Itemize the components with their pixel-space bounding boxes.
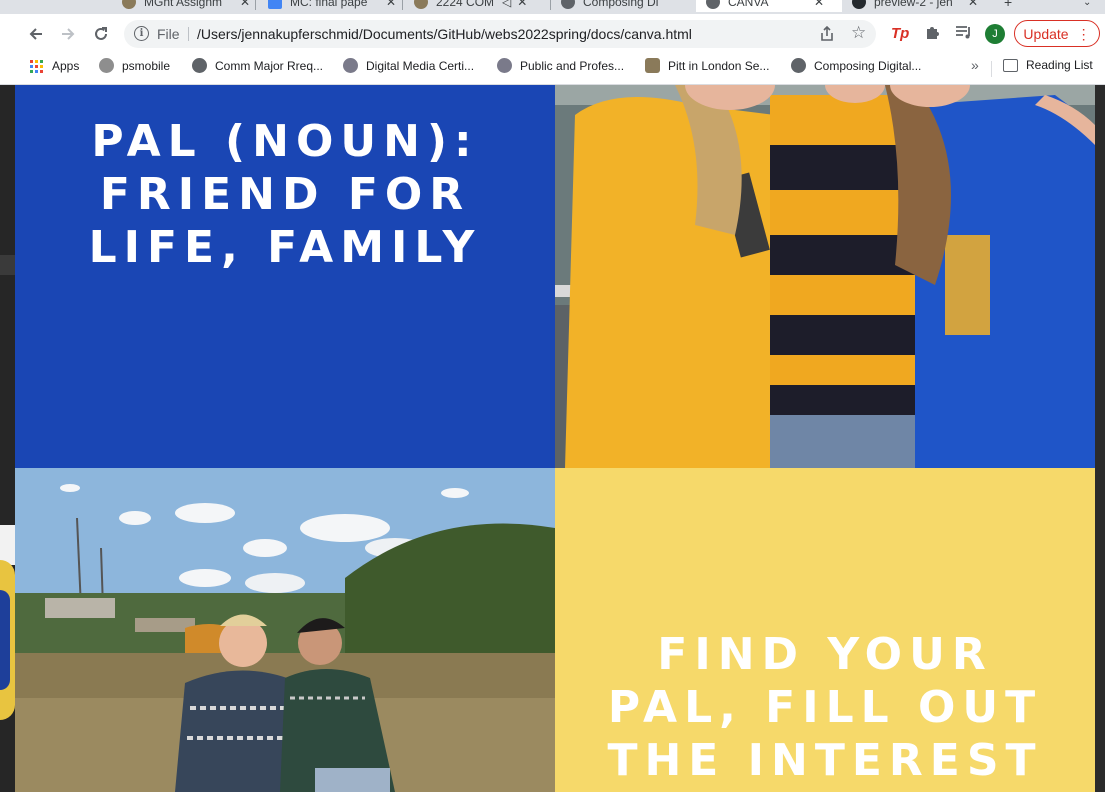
pitt-favicon [414, 0, 428, 9]
bookmark-public-profes[interactable]: Public and Profes... [497, 58, 624, 73]
tab-strip: MGnt Assignm ✕ MC: final pape ✕ 2224 COM… [0, 0, 1105, 14]
info-icon[interactable]: i [134, 26, 149, 41]
headline-text: PAL (NOUN): FRIEND FOR LIFE, FAMILY [88, 116, 482, 273]
tab-mc-final[interactable]: MC: final pape ✕ [268, 0, 396, 12]
pals-photo [15, 468, 555, 792]
globe-favicon [706, 0, 720, 9]
bookmark-psmobile[interactable]: psmobile [99, 58, 170, 73]
new-tab-button[interactable]: + [1004, 0, 1012, 12]
site-icon [343, 58, 358, 73]
globe-icon [192, 58, 207, 73]
tab-composing[interactable]: Composing Di [561, 0, 683, 12]
close-icon[interactable]: ✕ [240, 0, 250, 9]
tab-search-icon[interactable]: ⌄ [1083, 0, 1091, 12]
url-text[interactable]: /Users/jennakupferschmid/Documents/GitHu… [197, 26, 692, 42]
friends-photo [555, 85, 1095, 468]
bookmarks-bar: Apps psmobile Comm Major Rreq... Digital… [0, 54, 1105, 85]
extensions-puzzle-icon[interactable] [924, 24, 940, 44]
update-button[interactable]: Update ⋮ [1014, 20, 1100, 47]
reading-list-button[interactable]: Reading List [1003, 58, 1093, 72]
profile-avatar[interactable]: J [985, 24, 1005, 44]
tab-mgnt[interactable]: MGnt Assignm ✕ [122, 0, 250, 12]
close-icon[interactable]: ✕ [517, 0, 527, 9]
window-edge-right [1095, 85, 1105, 792]
close-icon[interactable]: ✕ [814, 0, 824, 9]
bookmarks-overflow-icon[interactable]: » [971, 57, 979, 73]
cta-text: FIND YOUR PAL, FILL OUT THE INTEREST [607, 629, 1043, 786]
forward-icon[interactable] [56, 22, 80, 46]
extension-tp-icon[interactable]: Tp [891, 25, 909, 42]
bookmark-pitt-london[interactable]: Pitt in London Se... [645, 58, 769, 73]
globe-favicon [561, 0, 575, 9]
tab-canva[interactable]: CANVA ✕ [696, 0, 842, 12]
share-icon[interactable] [820, 25, 834, 46]
address-bar[interactable]: i File /Users/jennakupferschmid/Document… [124, 20, 876, 48]
speaker-icon[interactable]: ◁ [502, 0, 511, 9]
canva-page: PAL (NOUN): FRIEND FOR LIFE, FAMILY FIND… [15, 85, 1095, 792]
reading-list-icon [1003, 58, 1018, 72]
back-icon[interactable] [24, 22, 48, 46]
github-favicon [852, 0, 866, 9]
docs-favicon [268, 0, 282, 9]
globe-icon [791, 58, 806, 73]
cta-panel: FIND YOUR PAL, FILL OUT THE INTEREST [555, 468, 1095, 792]
reload-icon[interactable] [89, 22, 113, 46]
scheme-label: File [157, 26, 180, 42]
bookmark-star-icon[interactable]: ☆ [851, 23, 866, 43]
bookmark-digital-media[interactable]: Digital Media Certi... [343, 58, 474, 73]
close-icon[interactable]: ✕ [968, 0, 978, 9]
browser-toolbar: i File /Users/jennakupferschmid/Document… [0, 14, 1105, 54]
media-queue-icon[interactable] [955, 24, 973, 44]
bookmark-apps[interactable]: Apps [30, 59, 79, 73]
headline-panel: PAL (NOUN): FRIEND FOR LIFE, FAMILY [15, 85, 555, 468]
background-window-edge [0, 85, 15, 792]
tab-preview[interactable]: preview-2 - jen ✕ [852, 0, 978, 12]
apps-grid-icon [30, 59, 43, 73]
pitt-favicon [122, 0, 136, 9]
bookmark-composing-digital[interactable]: Composing Digital... [791, 58, 921, 73]
site-icon [99, 58, 114, 73]
tab-2224[interactable]: 2224 COM ◁ ✕ [414, 0, 527, 12]
close-icon[interactable]: ✕ [386, 0, 396, 9]
pitt-shield-icon [645, 58, 660, 73]
more-menu-icon: ⋮ [1076, 25, 1091, 42]
site-icon [497, 58, 512, 73]
bookmark-comm-major[interactable]: Comm Major Rreq... [192, 58, 323, 73]
